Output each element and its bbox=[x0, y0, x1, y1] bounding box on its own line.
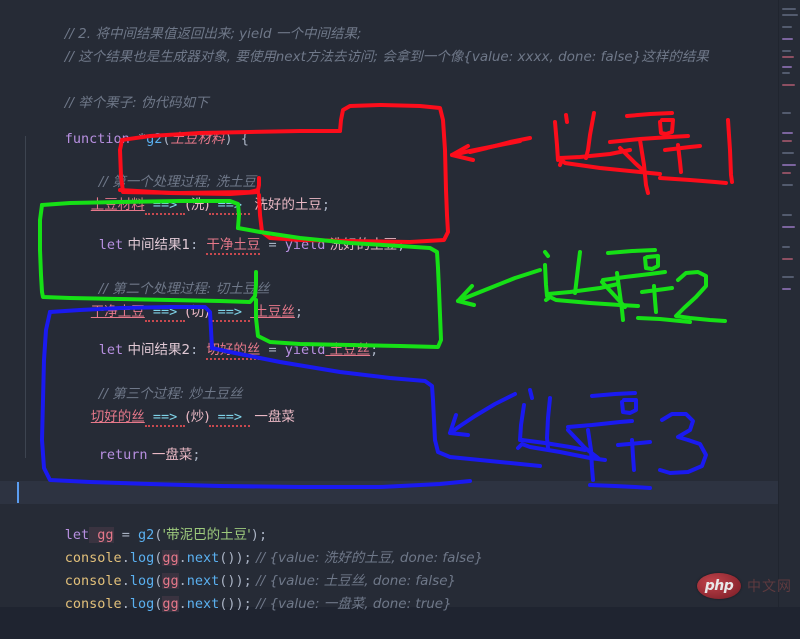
code-line-blank[interactable] bbox=[0, 234, 778, 257]
semicolon: ; bbox=[243, 596, 252, 612]
minimap-line bbox=[782, 184, 793, 186]
minimap-line bbox=[782, 226, 795, 228]
minimap-line bbox=[782, 132, 793, 134]
minimap-line bbox=[782, 140, 792, 142]
minimap-line bbox=[782, 26, 792, 28]
inline-comment: // {value: 一盘菜, done: true} bbox=[251, 596, 452, 612]
code-line[interactable]: console.log(gg.next()); // {value: 洗好的土豆… bbox=[0, 524, 778, 566]
minimap-line bbox=[782, 14, 798, 16]
code-line[interactable]: // 第一个处理过程; 洗土豆 bbox=[0, 148, 778, 190]
minimap-line bbox=[782, 288, 791, 290]
minimap-line bbox=[782, 50, 791, 52]
code-line-blank[interactable] bbox=[0, 339, 778, 362]
code-line[interactable]: let 中间结果1: 干净土豆 = yield 洗好的土豆; bbox=[0, 211, 778, 255]
php-logo-text: php bbox=[704, 578, 734, 594]
minimap-line bbox=[782, 66, 792, 68]
minimap-line bbox=[782, 258, 793, 260]
minimap-line bbox=[782, 152, 794, 154]
code-line[interactable]: } bbox=[0, 459, 778, 501]
code-line[interactable]: // 第二个处理过程: 切土豆丝 bbox=[0, 255, 778, 297]
code-line[interactable]: console.log(gg.next()); // {value: 土豆丝, … bbox=[0, 547, 778, 589]
next-method: next bbox=[186, 596, 220, 612]
code-line[interactable]: console.log(gg.next()); // {value: 一盘菜, … bbox=[0, 570, 778, 612]
paren-close: ()) bbox=[219, 596, 244, 612]
minimap-line bbox=[782, 84, 795, 86]
console-object: console bbox=[64, 596, 122, 612]
minimap-line bbox=[782, 38, 793, 40]
watermark: php 中文网 bbox=[697, 573, 792, 599]
watermark-site-text: 中文网 bbox=[747, 579, 792, 595]
log-method: log bbox=[129, 596, 155, 612]
code-line[interactable]: // 第三个过程: 炒土豆丝 bbox=[0, 360, 778, 402]
minimap-line bbox=[782, 276, 794, 278]
dot: . bbox=[121, 596, 130, 612]
code-editor-window: // 2. 将中间结果值返回出来; yield 一个中间结果; // 这个结果也… bbox=[0, 0, 800, 612]
code-line[interactable]: let 中间结果2: 切好的丝 = yield 土豆丝; bbox=[0, 316, 778, 360]
minimap-line bbox=[782, 214, 792, 216]
minimap-line bbox=[782, 246, 790, 248]
code-line[interactable]: // 2. 将中间结果值返回出来; yield 一个中间结果; bbox=[0, 0, 778, 42]
code-line[interactable]: // 举个栗子: 伪代码如下 bbox=[0, 69, 778, 111]
minimap-line bbox=[782, 56, 794, 58]
minimap-line bbox=[782, 112, 791, 114]
minimap-line bbox=[782, 172, 791, 174]
code-line[interactable]: // 这个结果也是生成器对象, 要使用next方法去访问; 会拿到一个像{val… bbox=[0, 23, 778, 65]
php-logo-icon: php bbox=[697, 573, 741, 599]
code-line[interactable]: 土豆材料 ==> (洗) ==> 洗好的土豆; bbox=[0, 171, 778, 215]
code-line[interactable]: 切好的丝 ==> (炒) ==> 一盘菜 bbox=[0, 383, 778, 427]
dot: . bbox=[178, 596, 187, 612]
code-line-blank[interactable] bbox=[0, 46, 778, 69]
minimap-line bbox=[782, 8, 796, 10]
minimap-line bbox=[782, 164, 796, 166]
minimap-line bbox=[782, 72, 790, 74]
minimap[interactable] bbox=[778, 0, 800, 607]
code-line[interactable]: 干净土豆 ==> (切) ==> 土豆丝; bbox=[0, 278, 778, 322]
code-line[interactable]: let gg = g2('带泥巴的土豆'); bbox=[0, 501, 778, 543]
code-surface[interactable]: // 2. 将中间结果值返回出来; yield 一个中间结果; // 这个结果也… bbox=[0, 0, 778, 612]
code-line[interactable]: function *g2(土豆材料) { bbox=[0, 105, 778, 147]
code-line[interactable]: return 一盘菜; bbox=[0, 421, 778, 463]
text-cursor bbox=[17, 482, 19, 503]
variable-gg: gg bbox=[162, 596, 179, 612]
